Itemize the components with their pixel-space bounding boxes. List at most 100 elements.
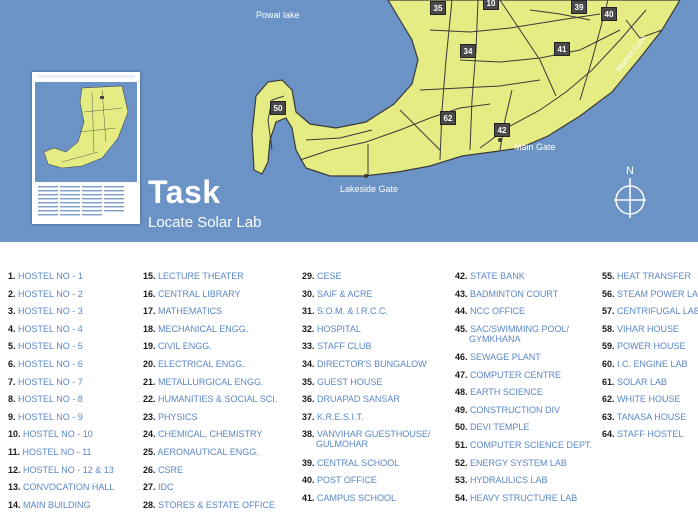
legend-item: 41. CAMPUS SCHOOL [302,493,396,503]
legend-item-label: CHEMICAL, CHEMISTRY [155,429,263,440]
legend-item-label: HOSTEL NO - 3 [15,306,83,317]
building-marker: 35 [430,1,446,15]
legend-item-label: STORES & ESTATE OFFICE [155,499,276,510]
legend-item-label: DIRECTOR'S BUNGALOW [314,359,427,369]
legend-item-label: CAMPUS SCHOOL [314,492,397,503]
legend-item-label: CENTRAL LIBRARY [155,288,241,299]
legend-item-label: HOSTEL NO - 7 [15,376,83,387]
legend-item-number: 10. [8,429,21,440]
legend-item-label: STAFF CLUB [314,341,372,352]
legend-item: 21. METALLURGICAL ENGG. [143,377,264,387]
legend-item-label: METALLURGICAL ENGG. [155,376,264,387]
legend-item: 48. EARTH SCIENCE [455,387,543,397]
legend-item-number: 26. [143,464,156,475]
legend-item: 24. CHEMICAL, CHEMISTRY [143,429,262,439]
legend-item: 37. K.R.E.S.I.T. [302,412,364,422]
legend-item: 23. PHYSICS [143,412,198,422]
legend-item-number: 23. [143,411,156,422]
legend-item-number: 16. [143,288,156,299]
legend-item-number: 37. [302,411,315,422]
legend-item-number: 19. [143,341,156,352]
task-subtitle: Locate Solar Lab [148,214,262,231]
legend-item-number: 35. [302,376,315,387]
legend-item-number: 64. [602,429,615,440]
legend-item-label: AERONAUTICAL ENGG. [155,447,259,457]
legend-item: 6. HOSTEL NO - 6 [8,359,83,369]
legend-item-label: DRUAPAD SANSAR [314,394,400,405]
legend-item-label: VANVIHAR GUESTHOUSE/ [314,429,431,440]
building-marker: 42 [494,123,510,137]
legend-item-number: 11. [8,447,21,457]
legend-item-label: ELECTRICAL ENGG. [155,359,245,369]
legend-item: 18. MECHANICAL ENGG. [143,324,248,334]
legend-item-label: DEVI TEMPLE [467,422,530,433]
legend-item: 52. ENERGY SYSTEM LAB [455,458,567,468]
legend-item: 40. POST OFFICE [302,475,377,485]
legend-item: 42. STATE BANK [455,271,525,281]
legend-item-label: VIHAR HOUSE [614,323,680,334]
building-marker: 39 [571,0,587,14]
legend-item-number: 4. [8,323,16,334]
legend-item-label: NCC OFFICE [467,306,526,317]
legend-item-number: 60. [602,359,615,369]
legend-item-number: 14. [8,499,21,510]
legend-item: 61. SOLAR LAB [602,377,667,387]
legend-item-label: CONSTRUCTION DIV [467,404,561,415]
legend-item-label: CENTRAL SCHOOL [314,457,400,468]
legend-item-number: 20. [143,359,156,369]
legend-item-label: CIVIL ENGG. [155,341,212,352]
legend-item-label: HOSTEL NO - 6 [15,359,83,369]
legend-item: 17. MATHEMATICS [143,306,222,316]
legend-item-label: LECTURE THEATER [155,271,244,281]
legend-item-label: HOSTEL NO - 10 [20,429,93,440]
main-gate-label: Main Gate [514,142,556,152]
legend-item-number: 15. [143,271,156,281]
legend-item-number: 45. [455,323,468,334]
legend-item-label: HUMANITIES & SOCIAL SCI. [155,394,278,405]
building-marker: 41 [554,42,570,56]
legend-item: 31. S.O.M. & I.R.C.C. [302,306,388,316]
legend-item-number: 52. [455,457,468,468]
legend-item: 22. HUMANITIES & SOCIAL SCI. [143,394,277,404]
legend-item: 14. MAIN BUILDING [8,500,91,510]
legend-item-label: SEWAGE PLANT [467,351,541,362]
legend-item: 2. HOSTEL NO - 2 [8,289,83,299]
legend-item: 49. CONSTRUCTION DIV [455,405,560,415]
legend-item: 58. VIHAR HOUSE [602,324,679,334]
legend-item: 59. POWER HOUSE [602,341,686,351]
legend-item: 45. SAC/SWIMMING POOL/GYMKHANA [455,324,569,344]
legend-item-label: POST OFFICE [314,475,377,486]
legend-item-number: 33. [302,341,315,352]
legend-item-label: HOSTEL NO - 5 [15,341,83,352]
legend-item-number: 62. [602,394,615,405]
legend-item-number: 47. [455,369,468,380]
legend-item: 57. CENTRIFUGAL LAB [602,306,698,316]
legend-item-number: 31. [302,306,315,317]
legend-item-number: 32. [302,323,315,334]
legend-item-label: HOSTEL NO - 8 [15,394,83,405]
legend-item-number: 56. [602,288,615,299]
legend-item-label: IDC [155,482,174,493]
legend-item-number: 34. [302,359,315,369]
legend-item-number: 51. [455,439,468,450]
legend-item: 3. HOSTEL NO - 3 [8,306,83,316]
legend-item-number: 57. [602,306,615,317]
legend-item-number: 17. [143,306,156,317]
legend-item: 29. CESE [302,271,342,281]
legend-item: 5. HOSTEL NO - 5 [8,341,83,351]
map-thumbnail [32,72,140,224]
legend-item: 33. STAFF CLUB [302,341,371,351]
legend-item: 11. HOSTEL NO - 11 [8,447,92,457]
legend-item: 13. CONVOCATION HALL [8,482,114,492]
legend-item: 30. SAIF & ACRE [302,289,373,299]
legend-item-label: HOSTEL NO - 1 [15,271,83,281]
water-label: Powai lake [256,10,300,20]
legend-item: 1. HOSTEL NO - 1 [8,271,83,281]
legend-item-number: 59. [602,341,615,352]
legend-item-label: S.O.M. & I.R.C.C. [314,306,389,317]
legend-item-number: 49. [455,404,468,415]
legend-item-label: HOSTEL NO - 12 & 13 [20,464,114,475]
legend-item: 53. HYDRAULICS LAB [455,475,548,485]
legend-item-number: 18. [143,323,156,334]
legend-item: 16. CENTRAL LIBRARY [143,289,241,299]
